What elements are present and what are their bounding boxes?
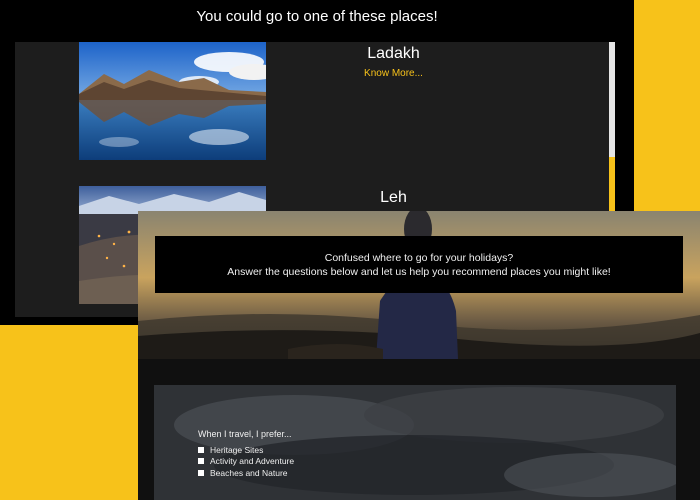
scrollbar-thumb[interactable]	[609, 42, 615, 157]
banner-line-2: Answer the questions below and let us he…	[227, 266, 611, 278]
option-label: Beaches and Nature	[210, 467, 288, 478]
quiz-card: When I travel, I prefer... Heritage Site…	[154, 385, 676, 500]
banner-line-1: Confused where to go for your holidays?	[324, 252, 514, 264]
option-label: Heritage Sites	[210, 444, 264, 455]
option-activity-adventure[interactable]: Activity and Adventure	[198, 456, 294, 468]
place-card-ladakh: Ladakh Know More...	[15, 42, 600, 167]
results-title: You could go to one of these places!	[196, 8, 438, 25]
ladakh-photo	[79, 42, 266, 160]
place-name: Leh	[380, 189, 407, 206]
checkbox[interactable]	[198, 469, 204, 476]
question-label: When I travel, I prefer...	[198, 429, 292, 439]
option-label: Activity and Adventure	[210, 456, 295, 467]
option-heritage-sites[interactable]: Heritage Sites	[198, 444, 294, 456]
preference-options: Heritage Sites Activity and Adventure Be…	[198, 444, 294, 479]
hero-banner: Confused where to go for your holidays? …	[155, 236, 683, 293]
checkbox[interactable]	[198, 446, 204, 453]
know-more-link[interactable]: Know More...	[315, 68, 472, 79]
quiz-window: Confused where to go for your holidays? …	[138, 211, 700, 500]
place-name: Ladakh	[367, 45, 420, 62]
checkbox[interactable]	[198, 458, 204, 465]
option-beaches-nature[interactable]: Beaches and Nature	[198, 467, 294, 479]
